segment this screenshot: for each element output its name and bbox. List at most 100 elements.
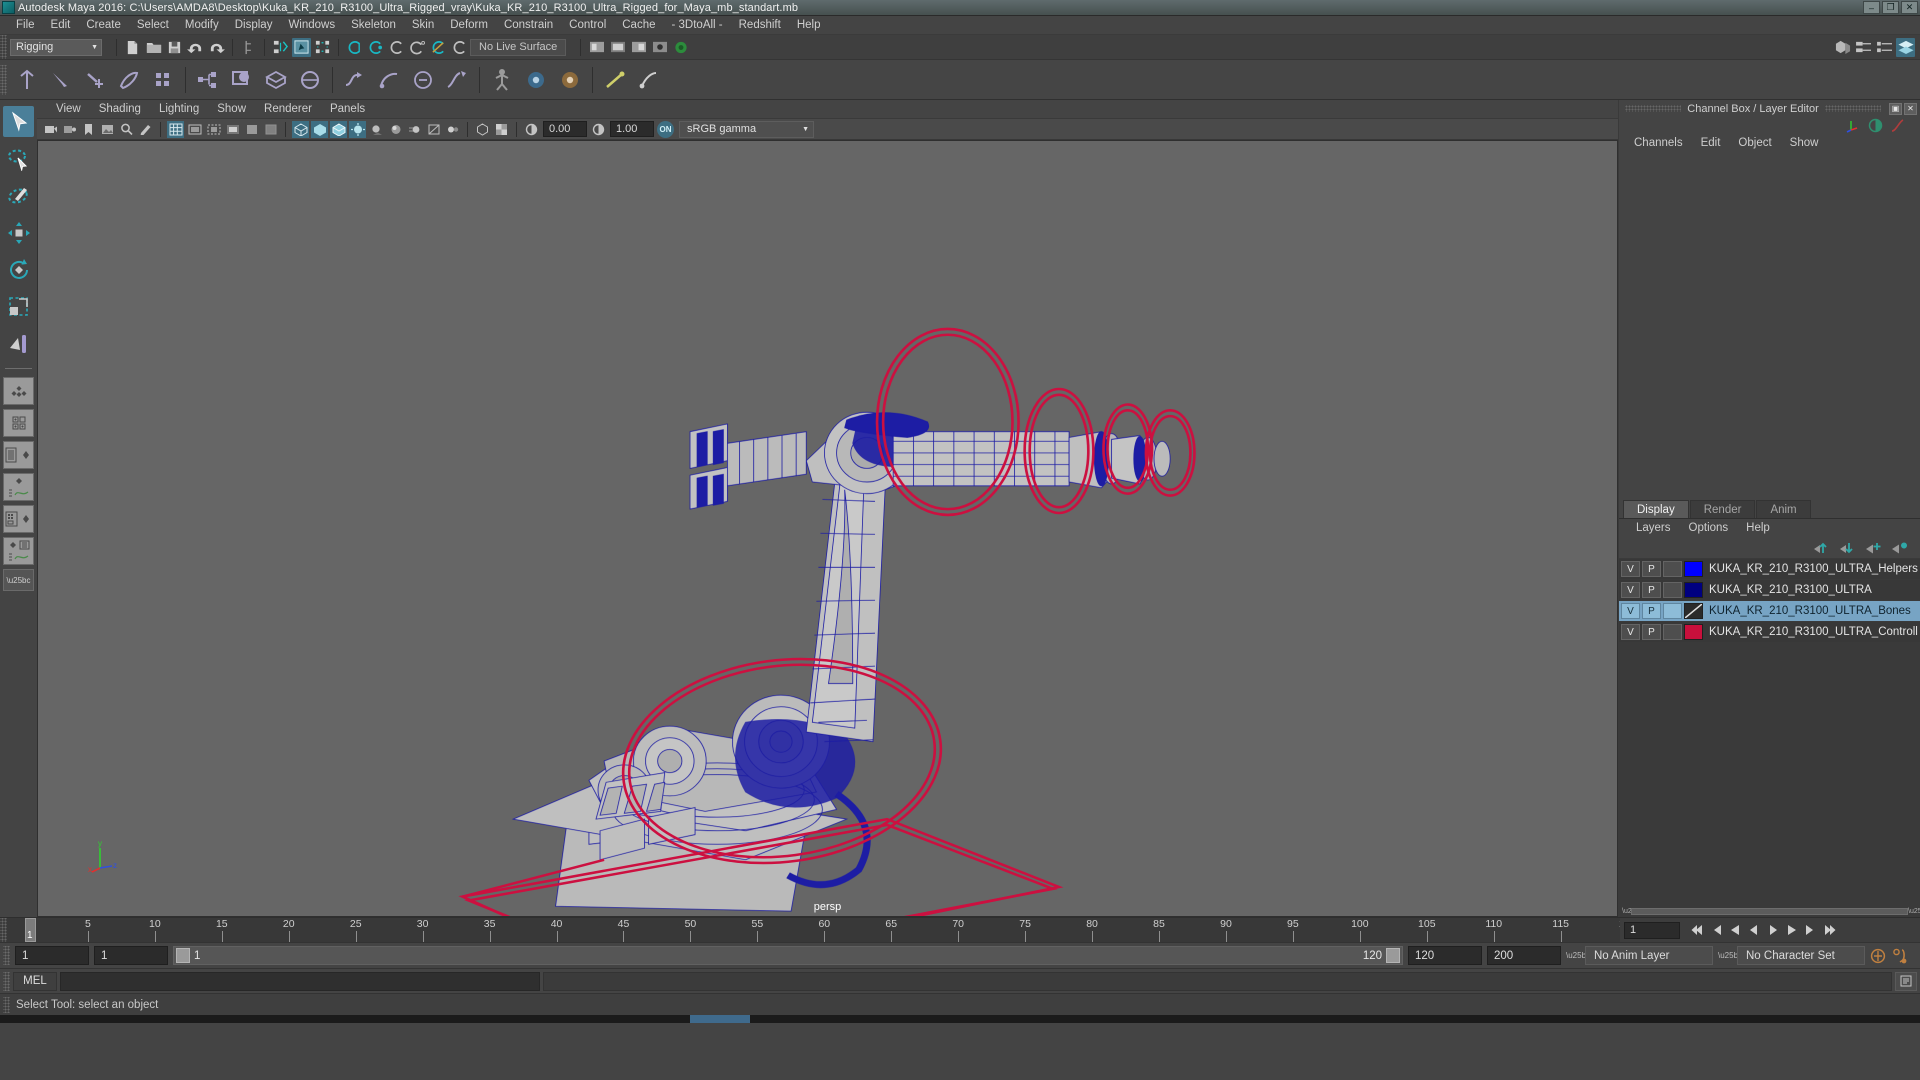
anim-layer-selector[interactable]: No Anim Layer <box>1585 946 1713 965</box>
layout-outliner-persp-button[interactable] <box>3 441 34 469</box>
menu-constrain[interactable]: Constrain <box>496 16 561 35</box>
layer-playback-toggle[interactable]: P <box>1642 624 1661 640</box>
layer-name[interactable]: KUKA_KR_210_R3100_ULTRA_Controllers <box>1705 626 1918 638</box>
image-plane-icon[interactable] <box>99 121 116 138</box>
playback-end-time-field[interactable]: 120 <box>1408 946 1482 965</box>
film-gate-icon[interactable] <box>186 121 203 138</box>
time-slider-grip[interactable] <box>0 918 7 942</box>
shelf-wire-tool-icon[interactable] <box>634 65 664 95</box>
show-hide-modeling-toolkit-icon[interactable] <box>1833 38 1852 57</box>
menu-redshift[interactable]: Redshift <box>731 16 789 35</box>
shaded-wireframe-icon[interactable] <box>330 120 347 138</box>
shelf-joint-tool-icon[interactable] <box>12 65 42 95</box>
shelf-sculpt-icon[interactable] <box>408 65 438 95</box>
snap-point-icon[interactable] <box>387 38 406 57</box>
smooth-shade-all-icon[interactable] <box>311 120 328 138</box>
render-view-icon[interactable] <box>587 38 606 57</box>
shelf-paint-weights-icon[interactable] <box>148 65 178 95</box>
menu-control[interactable]: Control <box>561 16 614 35</box>
render-current-frame-icon[interactable] <box>608 38 627 57</box>
shelf-bind-skin-icon[interactable] <box>114 65 144 95</box>
layer-display-type-toggle[interactable] <box>1663 561 1682 577</box>
shelf-measure-tool-icon[interactable] <box>600 65 630 95</box>
auto-keyframe-toggle-icon[interactable] <box>1870 947 1887 964</box>
shelf-hik-retarget-icon[interactable] <box>555 65 585 95</box>
layer-list-horizontal-scrollbar[interactable]: \u25c0 \u25b6 <box>1619 906 1920 917</box>
channel-box-axis-icon[interactable] <box>1845 117 1861 133</box>
viewport-menu-lighting[interactable]: Lighting <box>150 100 208 118</box>
layout-single-pane-button[interactable] <box>3 377 34 405</box>
scroll-left-arrow[interactable]: \u25c0 <box>1622 908 1643 915</box>
new-layer-from-selection-icon[interactable] <box>1891 541 1908 555</box>
layer-playback-toggle[interactable]: P <box>1642 603 1661 619</box>
viewport-menu-shading[interactable]: Shading <box>90 100 150 118</box>
snap-toggle-icon[interactable] <box>450 38 469 57</box>
layer-visibility-toggle[interactable]: V <box>1621 624 1640 640</box>
range-start-handle[interactable] <box>176 948 190 963</box>
go-to-end-icon[interactable] <box>1821 922 1838 939</box>
layer-name[interactable]: KUKA_KR_210_R3100_ULTRA_Bones <box>1705 605 1911 617</box>
layer-display-type-toggle[interactable] <box>1663 582 1682 598</box>
range-slider-grip[interactable] <box>3 946 10 965</box>
shelf-softmod-icon[interactable] <box>442 65 472 95</box>
select-tool[interactable] <box>3 106 34 137</box>
command-input-field[interactable] <box>60 971 540 991</box>
snap-viewplane-icon[interactable] <box>429 38 448 57</box>
menu-create[interactable]: Create <box>78 16 129 35</box>
ipr-render-icon[interactable] <box>629 38 648 57</box>
gate-mask-icon[interactable] <box>224 121 241 138</box>
layout-more-button[interactable]: \u25bc <box>3 569 34 591</box>
select-component-icon[interactable] <box>313 38 332 57</box>
last-tool-used[interactable] <box>3 328 34 359</box>
menu-file[interactable]: File <box>8 16 43 35</box>
layer-color-swatch[interactable] <box>1684 561 1703 577</box>
channel-box-curve-icon[interactable] <box>1890 118 1905 133</box>
channel-box-shape-icon[interactable] <box>1868 118 1883 133</box>
step-forward-keyframe-icon[interactable] <box>1802 922 1819 939</box>
use-all-lights-icon[interactable] <box>349 120 366 138</box>
tab-anim-layers[interactable]: Anim <box>1756 500 1811 518</box>
display-layer-list[interactable]: V P KUKA_KR_210_R3100_ULTRA_Helpers V P … <box>1619 558 1920 906</box>
depth-of-field-icon[interactable] <box>444 121 461 138</box>
persp-viewport[interactable]: y x z persp <box>37 140 1618 917</box>
viewport-menu-show[interactable]: Show <box>208 100 255 118</box>
exposure-gate-icon[interactable] <box>243 121 260 138</box>
help-line-grip[interactable] <box>3 996 10 1013</box>
time-slider[interactable]: 1 5 10 15 20 25 30 35 40 45 50 55 60 65 70 75 80 85 90 95 1… <box>7 918 1620 942</box>
gamma-icon[interactable] <box>590 121 607 138</box>
range-end-handle[interactable] <box>1386 948 1400 963</box>
redo-icon[interactable] <box>207 38 226 57</box>
viewport-menu-renderer[interactable]: Renderer <box>255 100 321 118</box>
snap-projected-icon[interactable] <box>408 38 427 57</box>
layout-four-view-button[interactable] <box>3 409 34 437</box>
snap-grid-icon[interactable] <box>345 38 364 57</box>
paint-select-tool[interactable] <box>3 180 34 211</box>
layout-persp-graph-button[interactable] <box>3 473 34 501</box>
layer-visibility-toggle[interactable]: V <box>1621 603 1640 619</box>
playback-start-time-field[interactable]: 1 <box>94 946 168 965</box>
current-frame-field[interactable]: 1 <box>1624 921 1680 939</box>
two-d-pan-zoom-icon[interactable] <box>118 121 135 138</box>
animation-preferences-icon[interactable] <box>1892 947 1909 964</box>
maximize-button[interactable]: ❐ <box>1882 1 1899 14</box>
step-back-keyframe-icon[interactable] <box>1707 922 1724 939</box>
lasso-select-tool[interactable] <box>3 143 34 174</box>
wireframe-shading-icon[interactable] <box>292 120 309 138</box>
select-hierarchy-icon[interactable] <box>271 38 290 57</box>
viewport-menu-view[interactable]: View <box>47 100 90 118</box>
layer-row-bones[interactable]: V P KUKA_KR_210_R3100_ULTRA_Bones <box>1619 601 1920 621</box>
grease-pencil-icon[interactable] <box>137 121 154 138</box>
color-profile-selector[interactable]: sRGB gamma ▼ <box>679 120 814 138</box>
script-language-button[interactable]: MEL <box>13 971 57 991</box>
current-time-indicator[interactable]: 1 <box>25 918 36 942</box>
isolate-select-icon[interactable] <box>474 121 491 138</box>
channel-box-menu-object[interactable]: Object <box>1729 133 1780 153</box>
scroll-right-arrow[interactable]: \u25b6 <box>1908 908 1920 915</box>
layer-display-type-toggle[interactable] <box>1663 624 1682 640</box>
layer-name[interactable]: KUKA_KR_210_R3100_ULTRA <box>1705 584 1872 596</box>
menu-windows[interactable]: Windows <box>280 16 343 35</box>
show-hide-attribute-editor-icon[interactable] <box>1854 38 1873 57</box>
scroll-thumb[interactable] <box>1631 908 1908 915</box>
menu-cache[interactable]: Cache <box>614 16 663 35</box>
layer-color-swatch[interactable] <box>1684 624 1703 640</box>
